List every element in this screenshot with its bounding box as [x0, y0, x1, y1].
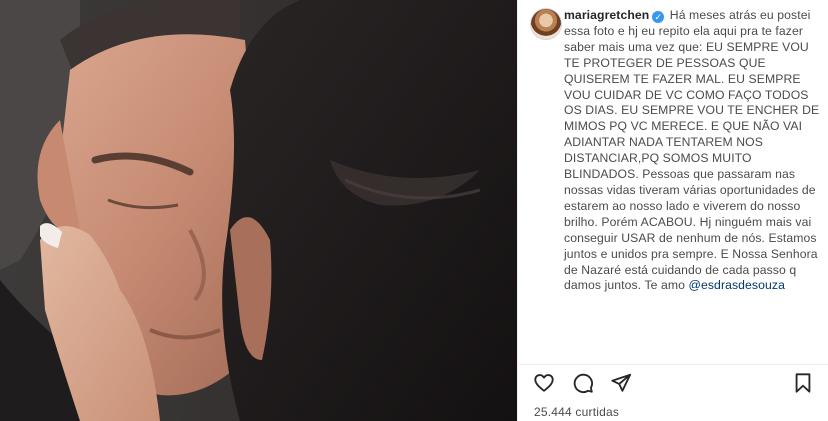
avatar[interactable]: [530, 8, 562, 40]
caption-area: mariagretchen ✓ Há meses atrás eu postei …: [530, 8, 826, 362]
bookmark-icon: [795, 373, 811, 393]
username-link[interactable]: mariagretchen: [564, 8, 649, 22]
post-side-panel: mariagretchen ✓ Há meses atrás eu postei …: [517, 0, 828, 421]
divider: [518, 364, 828, 365]
mention-link[interactable]: @esdrasdesouza: [689, 278, 785, 292]
instagram-post: mariagretchen ✓ Há meses atrás eu postei …: [0, 0, 828, 421]
caption-text: Há meses atrás eu postei essa foto e hj …: [564, 8, 820, 293]
comment-button[interactable]: [570, 370, 596, 396]
likes-count[interactable]: 25.444 curtidas: [534, 405, 619, 419]
heart-icon: [534, 374, 554, 392]
couple-embrace-image: [0, 0, 517, 421]
like-button[interactable]: [531, 370, 557, 396]
post-caption: mariagretchen ✓ Há meses atrás eu postei …: [564, 8, 822, 294]
share-button[interactable]: [608, 370, 634, 396]
save-button[interactable]: [790, 370, 816, 396]
verified-badge-icon: ✓: [652, 11, 665, 23]
post-photo[interactable]: [0, 0, 517, 421]
paper-plane-icon: [611, 373, 632, 392]
action-bar: [518, 368, 828, 398]
comment-bubble-icon: [573, 373, 593, 394]
